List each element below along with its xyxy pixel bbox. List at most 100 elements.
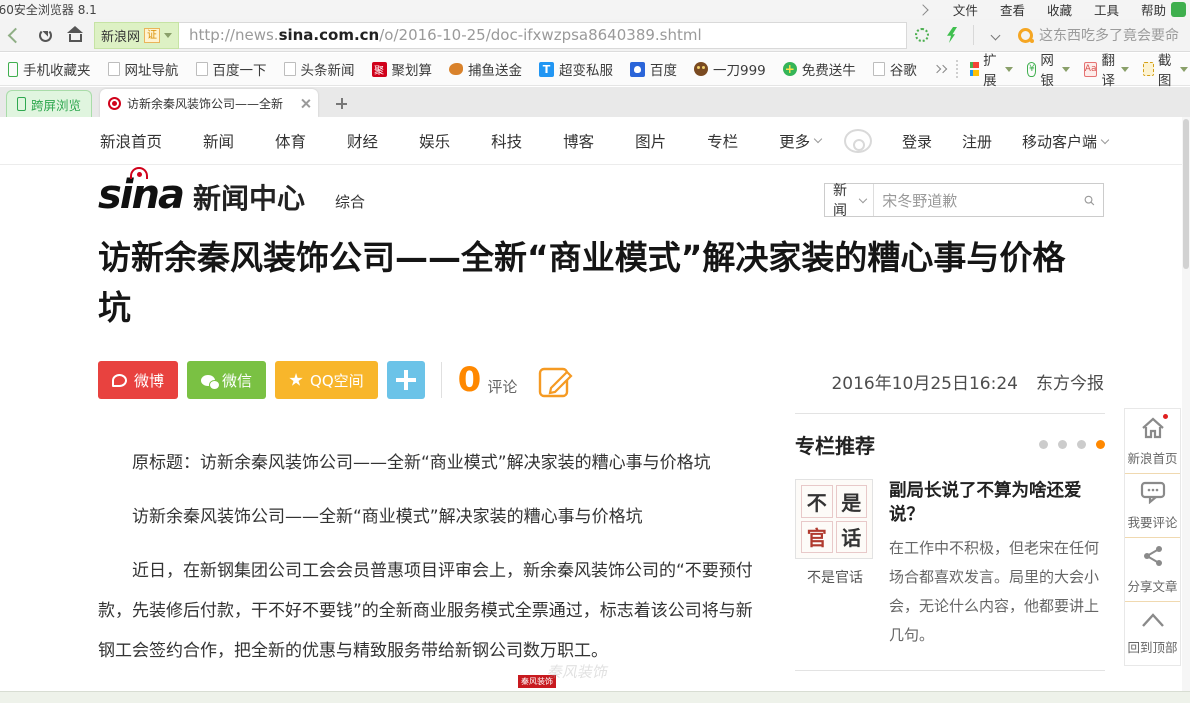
carousel-dot[interactable] [1039, 440, 1048, 449]
search-icon[interactable] [1084, 191, 1095, 210]
write-comment-icon[interactable] [537, 361, 575, 399]
refresh-button[interactable] [30, 22, 60, 48]
share-weibo-button[interactable]: 微博 [98, 361, 178, 399]
turbo-button[interactable] [937, 22, 967, 48]
bookmark-label: 百度 [650, 59, 677, 79]
share-more-button[interactable] [387, 361, 425, 399]
bookmark-mobile-favorites[interactable]: 手机收藏夹 [8, 59, 91, 79]
search-input[interactable] [874, 191, 1084, 209]
nav-more[interactable]: 更多 [779, 130, 821, 152]
screenshot-button[interactable]: 截图 [1143, 49, 1188, 89]
bookmark-game-server[interactable]: 超变私服 [539, 59, 613, 79]
article-date: 2016年10月25日16:24 [831, 369, 1018, 394]
bookmark-nav-site[interactable]: 网址导航 [108, 59, 179, 79]
mobile-client-link[interactable]: 移动客户端 [1022, 131, 1108, 152]
bookmark-fishing[interactable]: 捕鱼送金 [449, 59, 522, 79]
rail-backtotop-button[interactable]: 回到顶部 [1125, 601, 1180, 665]
site-section-title[interactable]: 新闻中心 [193, 183, 305, 215]
bookmark-free-gift[interactable]: 免费送牛 [783, 59, 856, 79]
star-icon [289, 373, 303, 387]
search-category-select[interactable]: 新闻 [825, 184, 874, 216]
channel-label[interactable]: 综合 [335, 189, 365, 215]
sina-eye-mark-icon [130, 167, 148, 179]
menu-favorites[interactable]: 收藏 [1047, 0, 1072, 19]
active-tab[interactable]: 访新余秦风装饰公司——全新 [100, 89, 318, 117]
new-tab-button[interactable] [328, 94, 354, 114]
comment-label[interactable]: 评论 [487, 376, 517, 397]
bookmark-label: 网址导航 [125, 59, 179, 79]
bookmark-google[interactable]: 谷歌 [873, 59, 917, 79]
rail-home-button[interactable]: 新浪首页 [1125, 409, 1180, 473]
floating-toolbar: 新浪首页 我要评论 分享文章 回到顶部 [1124, 408, 1181, 666]
sidebar: 专栏推荐 不 是 官 话 不是官话 [795, 413, 1105, 691]
bookmark-baidu-search[interactable]: 百度一下 [196, 59, 267, 79]
toolbar-grip-icon[interactable] [956, 60, 958, 78]
menu-help[interactable]: 帮助 [1141, 0, 1166, 19]
sidebar-header: 专栏推荐 [795, 430, 1105, 459]
nav-news[interactable]: 新闻 [203, 130, 234, 152]
carousel-dot-active[interactable] [1096, 440, 1105, 449]
address-dropdown-button[interactable] [980, 22, 1010, 48]
comment-count[interactable]: 0 [458, 360, 482, 400]
share-qzone-button[interactable]: QQ空间 [275, 361, 378, 399]
nav-sports[interactable]: 体育 [275, 130, 306, 152]
carousel-dot[interactable] [1058, 440, 1067, 449]
site-search-box: 新闻 [824, 183, 1104, 217]
url-field[interactable]: http://news.sina.com.cn/o/2016-10-25/doc… [179, 22, 907, 49]
featured-title[interactable]: 副局长说了不算为啥还爱说？ [889, 479, 1105, 527]
nav-finance[interactable]: 财经 [347, 130, 378, 152]
share-wechat-button[interactable]: 微信 [187, 361, 266, 399]
ju-icon [372, 62, 387, 77]
nav-column[interactable]: 专栏 [707, 130, 738, 152]
nav-more-label: 更多 [779, 130, 810, 152]
back-button[interactable] [0, 22, 30, 48]
bookmarks-overflow-icon[interactable] [934, 66, 946, 72]
menu-overflow-icon[interactable] [917, 4, 928, 15]
sina-logo[interactable]: sina [98, 175, 183, 215]
share-bar: 微博 微信 QQ空间 0 评论 [98, 360, 575, 400]
article-source[interactable]: 东方今报 [1036, 369, 1104, 394]
scrollbar-thumb[interactable] [1183, 119, 1189, 269]
chevron-down-icon [1121, 67, 1129, 72]
featured-thumb[interactable]: 不 是 官 话 不是官话 [795, 479, 875, 650]
url-path: /o/2016-10-25/doc-ifxwzpsa8640389.shtml [379, 26, 701, 44]
cross-screen-button[interactable]: 跨屏浏览 [6, 90, 92, 117]
menu-tools[interactable]: 工具 [1094, 0, 1119, 19]
bank-button[interactable]: 网银 [1027, 49, 1070, 89]
quick-search-box[interactable]: 这东西吃多了竟会要命 [1018, 25, 1190, 45]
login-link[interactable]: 登录 [902, 131, 932, 152]
bookmark-toutiao[interactable]: 头条新闻 [284, 59, 355, 79]
nav-ent[interactable]: 娱乐 [419, 130, 450, 152]
close-tab-icon[interactable] [301, 99, 310, 108]
rail-share-button[interactable]: 分享文章 [1125, 537, 1180, 601]
ext-label: 翻译 [1101, 49, 1117, 89]
browser-logo-icon[interactable] [1171, 2, 1186, 17]
carousel-dot[interactable] [1077, 440, 1086, 449]
calligraphy-char: 是 [836, 485, 868, 518]
rail-comment-button[interactable]: 我要评论 [1125, 473, 1180, 537]
nav-blog[interactable]: 博客 [563, 130, 594, 152]
nav-photo[interactable]: 图片 [635, 130, 666, 152]
ext-label: 截图 [1158, 49, 1176, 89]
menu-file[interactable]: 文件 [953, 0, 978, 19]
bookmark-yidao999[interactable]: 一刀999 [694, 59, 766, 79]
nav-tech[interactable]: 科技 [491, 130, 522, 152]
scrollbar[interactable] [1182, 117, 1190, 691]
column-recommend-title: 专栏推荐 [795, 430, 875, 459]
site-identity-badge[interactable]: 新浪网 证 [94, 22, 179, 49]
search-category-value: 新闻 [833, 180, 860, 220]
home-button[interactable] [60, 22, 90, 48]
extensions-button[interactable]: 扩展 [970, 49, 1014, 89]
translate-button[interactable]: 翻译 [1084, 49, 1130, 89]
article-body: 原标题：访新余秦风装饰公司——全新“商业模式”解决家装的糟心事与价格坑 访新余秦… [98, 443, 765, 691]
bookmark-label: 头条新闻 [301, 59, 355, 79]
bookmark-baidu[interactable]: 百度 [630, 59, 677, 79]
menu-view[interactable]: 查看 [1000, 0, 1025, 19]
register-link[interactable]: 注册 [962, 131, 992, 152]
featured-caption: 不是官话 [795, 567, 875, 587]
adfilter-button[interactable] [907, 22, 937, 48]
wechat-icon [201, 375, 215, 386]
bookmark-juhuasuan[interactable]: 聚划算 [372, 59, 433, 79]
nav-home[interactable]: 新浪首页 [100, 130, 162, 152]
article-meta: 2016年10月25日16:24 东方今报 [831, 369, 1104, 394]
